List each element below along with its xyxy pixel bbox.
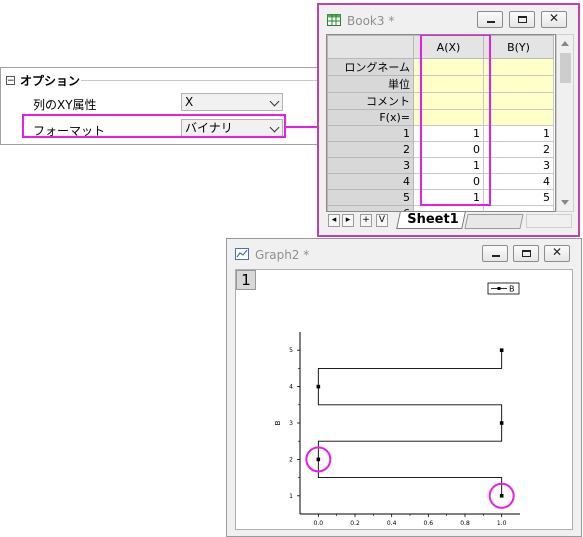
series-b-points — [316, 348, 504, 498]
section-divider — [81, 80, 335, 81]
y-axis-label: B — [274, 420, 282, 425]
corner-cell[interactable] — [327, 35, 414, 59]
graph-window: Graph2 * ✕ 1 0.00.20.40.60.81.0 12345 A … — [226, 238, 582, 537]
row-header-comment[interactable]: コメント — [327, 92, 414, 110]
column-header-b[interactable]: B(Y) — [483, 35, 554, 59]
row-number[interactable]: 5 — [327, 189, 414, 206]
sheet-list-button[interactable]: V — [376, 214, 388, 227]
graph-titlebar[interactable]: Graph2 * ✕ — [227, 239, 581, 269]
sheet-tab-bar: ◂ ▸ + V Sheet1 — [326, 212, 574, 230]
options-section-header[interactable]: − オプション — [6, 73, 81, 88]
row-header-fx[interactable]: F(x)= — [327, 109, 414, 126]
cell-b[interactable]: 1 — [483, 125, 554, 142]
data-point — [499, 348, 504, 352]
scroll-thumb[interactable] — [560, 53, 571, 83]
column-a-highlight-box — [420, 35, 491, 206]
plot-area[interactable]: 0.00.20.40.60.81.0 12345 A B B — [236, 270, 572, 529]
row-number[interactable]: 3 — [327, 157, 414, 174]
maximize-icon — [522, 250, 531, 257]
data-point — [499, 421, 504, 425]
next-sheet-button[interactable]: ▸ — [342, 214, 354, 227]
cell[interactable] — [483, 109, 554, 126]
row-number[interactable]: 1 — [327, 125, 414, 142]
data-point — [316, 384, 321, 389]
cell-b[interactable]: 4 — [483, 173, 554, 190]
maximize-button[interactable] — [509, 11, 535, 28]
book-titlebar[interactable]: Book3 * ✕ — [319, 5, 578, 35]
xy-attribute-row: 列のXY属性 X — [1, 93, 341, 113]
sheet-tab-spacer — [464, 214, 524, 229]
data-point — [499, 494, 504, 498]
book-window: Book3 * ✕ A(X) B(Y) ロングネーム 単位 コメント F(x)=… — [317, 3, 580, 237]
minimize-button[interactable] — [482, 245, 508, 262]
row-number[interactable]: 4 — [327, 173, 414, 190]
collapse-icon[interactable]: − — [6, 75, 15, 85]
workbook-icon — [327, 14, 341, 26]
maximize-icon — [518, 16, 527, 23]
x-tick-label: 1.0 — [497, 520, 507, 527]
minimize-button[interactable] — [477, 11, 503, 28]
sheet-tab-label: Sheet1 — [407, 212, 459, 227]
scroll-up-icon[interactable] — [561, 41, 569, 46]
horizontal-scrollbar[interactable] — [526, 214, 572, 228]
minimize-icon — [492, 255, 500, 257]
vertical-scrollbar[interactable] — [556, 34, 574, 212]
y-tick-group: 1 2 3 4 5 — [289, 347, 300, 500]
row-number[interactable]: 2 — [327, 141, 414, 158]
x-tick-label: 0.6 — [424, 520, 434, 527]
graph-title: Graph2 * — [255, 248, 310, 262]
cell[interactable] — [483, 75, 554, 93]
legend-label: B — [509, 285, 515, 294]
x-tick-label: 0.4 — [387, 520, 397, 527]
graph-icon — [235, 248, 249, 260]
cell[interactable] — [483, 58, 554, 76]
close-icon: ✕ — [551, 245, 563, 259]
legend-marker — [497, 287, 501, 290]
row-header-longname[interactable]: ロングネーム — [327, 58, 414, 76]
x-tick-label: 0.2 — [350, 520, 360, 527]
scroll-down-icon[interactable] — [561, 200, 569, 205]
xy-attribute-select[interactable]: X — [181, 93, 283, 111]
maximize-button[interactable] — [513, 245, 539, 262]
xy-attribute-value: X — [185, 95, 194, 109]
close-button[interactable]: ✕ — [541, 11, 567, 28]
y-tick-label: 4 — [289, 384, 293, 391]
cell-b[interactable]: 2 — [483, 141, 554, 158]
format-highlight-box — [22, 114, 286, 138]
close-icon: ✕ — [548, 11, 560, 25]
options-section-title: オプション — [20, 73, 81, 88]
data-point — [316, 457, 321, 462]
prev-sheet-button[interactable]: ◂ — [328, 214, 340, 227]
series-b-line[interactable] — [317, 350, 503, 496]
xy-attribute-label: 列のXY属性 — [33, 98, 97, 112]
y-tick-label: 5 — [289, 347, 293, 354]
cell-b[interactable]: 5 — [483, 189, 554, 206]
add-sheet-button[interactable]: + — [360, 214, 372, 227]
row-header-units[interactable]: 単位 — [327, 75, 414, 93]
worksheet-grid[interactable]: A(X) B(Y) ロングネーム 単位 コメント F(x)= 1 1 1 2 0… — [326, 34, 556, 212]
y-tick-label: 2 — [289, 456, 293, 463]
y-tick-label: 1 — [289, 493, 293, 500]
minimize-icon — [487, 21, 495, 23]
book-title: Book3 * — [347, 14, 395, 28]
legend[interactable]: B — [487, 282, 520, 295]
options-panel: − オプション 列のXY属性 X フォーマット バイナリ — [0, 67, 342, 145]
y-tick-label: 3 — [289, 420, 293, 427]
graph-canvas[interactable]: 1 0.00.20.40.60.81.0 12345 A B B — [235, 269, 573, 530]
x-tick-label: 0.0 — [314, 520, 324, 527]
cell[interactable] — [483, 92, 554, 110]
x-tick-group: 0.0 0.2 0.4 0.6 0.8 1.0 — [314, 514, 507, 527]
sheet-tab[interactable]: Sheet1 — [396, 212, 466, 229]
x-tick-label: 0.8 — [460, 520, 470, 527]
chevron-down-icon — [269, 96, 280, 107]
close-button[interactable]: ✕ — [544, 245, 570, 262]
cell-b[interactable]: 3 — [483, 157, 554, 174]
